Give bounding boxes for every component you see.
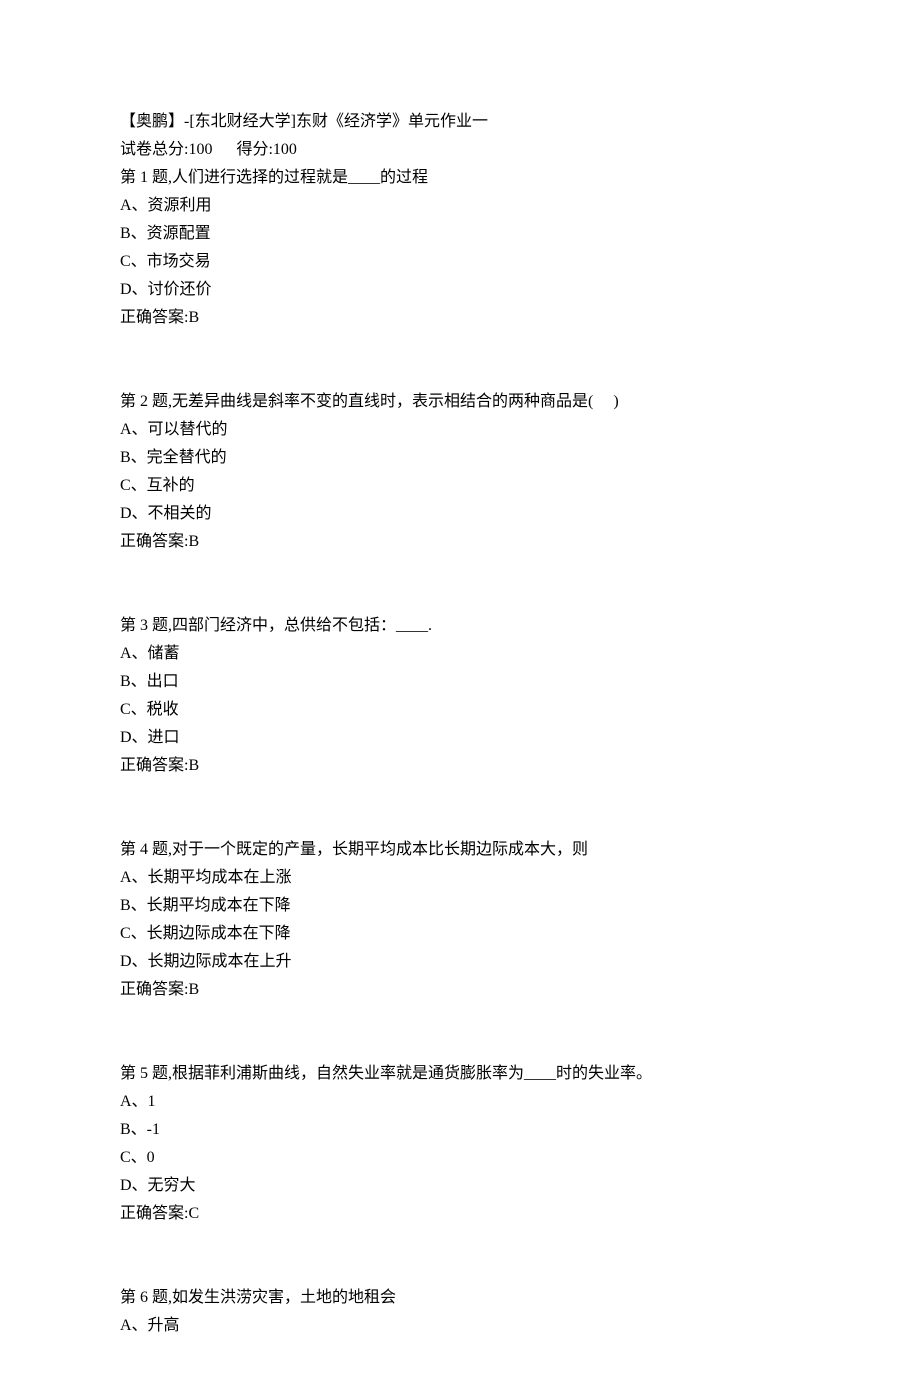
option-c: C、市场交易 [120,248,800,276]
option-c: C、0 [120,1144,800,1172]
option-a: A、资源利用 [120,192,800,220]
option-a: A、1 [120,1088,800,1116]
question-prompt: 第 5 题,根据菲利浦斯曲线，自然失业率就是通货膨胀率为____时的失业率。 [120,1060,800,1088]
question-separator [120,1228,800,1284]
correct-answer: 正确答案:B [120,528,800,556]
option-d: D、无穷大 [120,1172,800,1200]
question-prompt: 第 2 题,无差异曲线是斜率不变的直线时，表示相结合的两种商品是( ) [120,388,800,416]
option-c: C、税收 [120,696,800,724]
question-6: 第 6 题,如发生洪涝灾害，土地的地租会 A、升高 [120,1284,800,1340]
question-prompt: 第 6 题,如发生洪涝灾害，土地的地租会 [120,1284,800,1312]
option-c: C、长期边际成本在下降 [120,920,800,948]
option-d: D、进口 [120,724,800,752]
correct-answer: 正确答案:B [120,976,800,1004]
question-prompt: 第 4 题,对于一个既定的产量，长期平均成本比长期边际成本大，则 [120,836,800,864]
question-separator [120,332,800,388]
correct-answer: 正确答案:B [120,752,800,780]
question-3: 第 3 题,四部门经济中，总供给不包括：____. A、储蓄 B、出口 C、税收… [120,612,800,780]
score-line: 试卷总分:100 得分:100 [120,136,800,164]
option-c: C、互补的 [120,472,800,500]
option-d: D、不相关的 [120,500,800,528]
option-b: B、出口 [120,668,800,696]
option-d: D、讨价还价 [120,276,800,304]
option-a: A、长期平均成本在上涨 [120,864,800,892]
option-a: A、升高 [120,1312,800,1340]
option-a: A、储蓄 [120,640,800,668]
correct-answer: 正确答案:C [120,1200,800,1228]
correct-answer: 正确答案:B [120,304,800,332]
option-b: B、完全替代的 [120,444,800,472]
question-5: 第 5 题,根据菲利浦斯曲线，自然失业率就是通货膨胀率为____时的失业率。 A… [120,1060,800,1228]
question-separator [120,780,800,836]
option-a: A、可以替代的 [120,416,800,444]
option-b: B、资源配置 [120,220,800,248]
question-4: 第 4 题,对于一个既定的产量，长期平均成本比长期边际成本大，则 A、长期平均成… [120,836,800,1004]
document-page: 【奥鹏】-[东北财经大学]东财《经济学》单元作业一 试卷总分:100 得分:10… [0,0,920,1400]
option-b: B、-1 [120,1116,800,1144]
option-b: B、长期平均成本在下降 [120,892,800,920]
question-2: 第 2 题,无差异曲线是斜率不变的直线时，表示相结合的两种商品是( ) A、可以… [120,388,800,556]
exam-title: 【奥鹏】-[东北财经大学]东财《经济学》单元作业一 [120,108,800,136]
option-d: D、长期边际成本在上升 [120,948,800,976]
question-separator [120,556,800,612]
question-1: 第 1 题,人们进行选择的过程就是____的过程 A、资源利用 B、资源配置 C… [120,164,800,332]
question-prompt: 第 1 题,人们进行选择的过程就是____的过程 [120,164,800,192]
question-prompt: 第 3 题,四部门经济中，总供给不包括：____. [120,612,800,640]
question-separator [120,1004,800,1060]
